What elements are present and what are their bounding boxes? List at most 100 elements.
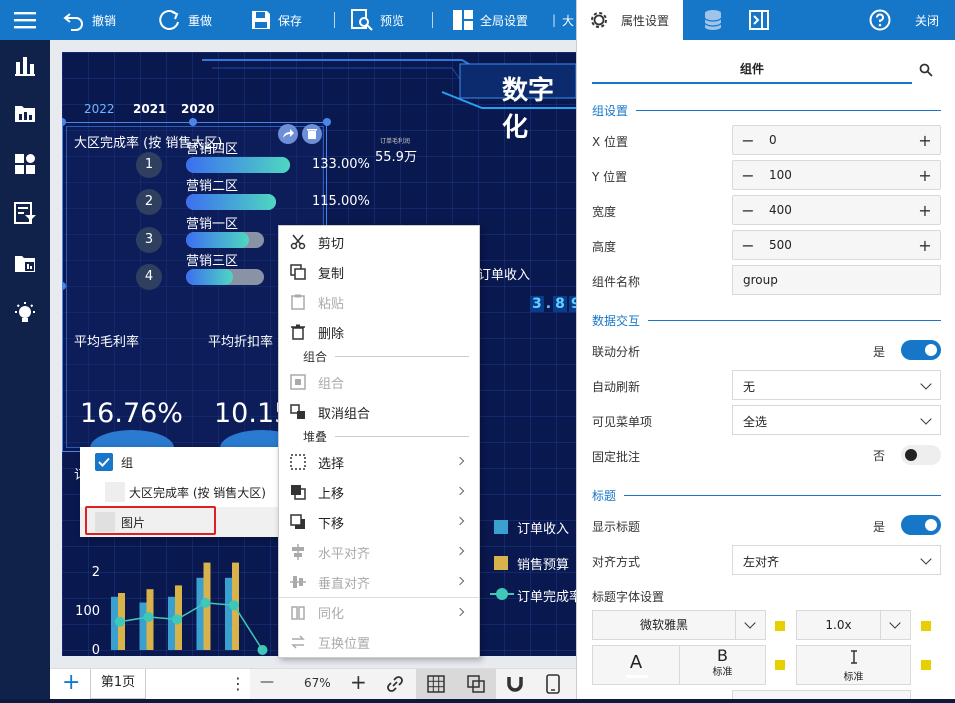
trash-icon[interactable] <box>302 124 322 144</box>
mobile-icon[interactable] <box>546 674 560 694</box>
menu-swap-position[interactable]: 互换位置 <box>279 627 479 657</box>
submenu-item-chart[interactable]: 大区完成率 (按 销售大区) <box>80 477 280 507</box>
height-value[interactable]: 500 <box>763 238 910 252</box>
color-swatch-yellow[interactable] <box>921 660 931 670</box>
plus-icon[interactable]: + <box>910 236 940 255</box>
year-tab-2022[interactable]: 2022 <box>84 102 115 116</box>
rank-category: 营销二区 <box>186 179 239 194</box>
align-select[interactable]: 左对齐 <box>732 545 941 575</box>
panel-toggle-icon[interactable] <box>749 10 769 30</box>
show-title-toggle[interactable] <box>901 515 941 535</box>
x-position-value[interactable]: 0 <box>763 133 910 147</box>
plus-icon[interactable]: + <box>910 166 940 185</box>
zoom-out-button[interactable]: — <box>260 674 274 690</box>
font-color-bar <box>626 675 648 678</box>
next-row-select[interactable] <box>732 690 911 699</box>
menu-select[interactable]: 选择 <box>279 447 479 477</box>
font-color-button[interactable]: A <box>593 646 680 684</box>
font-scale-select[interactable]: 1.0x <box>796 610 911 640</box>
color-swatch-yellow[interactable] <box>775 621 785 631</box>
year-tab-2021[interactable]: 2021 <box>133 102 166 116</box>
menu-h-align[interactable]: 水平对齐 <box>279 537 479 567</box>
page-more-button[interactable]: ⋮ <box>230 674 246 693</box>
menu-same-size[interactable]: 同化 <box>279 597 479 627</box>
rank-badge: 3 <box>136 227 162 253</box>
visible-menu-select[interactable]: 全选 <box>732 405 941 435</box>
font-family-dropdown[interactable] <box>735 611 765 639</box>
overlap-toggle[interactable] <box>456 669 496 699</box>
menu-copy[interactable]: 复制 <box>279 257 479 287</box>
resize-handle[interactable] <box>189 118 197 126</box>
menu-ungroup[interactable]: 取消组合 <box>279 397 479 427</box>
dataset-folder-icon[interactable] <box>13 252 37 276</box>
width-value[interactable]: 400 <box>763 203 910 217</box>
close-button[interactable]: 关闭 <box>915 12 939 29</box>
component-name-input[interactable]: group <box>732 265 941 295</box>
menu-button[interactable] <box>14 0 36 40</box>
width-stepper[interactable]: −400 + <box>732 195 941 225</box>
menu-move-down[interactable]: 下移 <box>279 507 479 537</box>
bold-button[interactable]: B 标准 <box>680 646 765 684</box>
menu-paste[interactable]: 粘贴 <box>279 287 479 317</box>
link-icon[interactable] <box>386 675 404 693</box>
search-icon[interactable] <box>919 63 933 77</box>
redo-button[interactable]: 重做 <box>156 0 212 40</box>
minus-icon[interactable]: − <box>733 201 763 220</box>
italic-button[interactable]: 标准 <box>796 645 911 685</box>
menu-cut[interactable]: 剪切 <box>279 227 479 257</box>
share-icon[interactable] <box>278 124 298 144</box>
plus-icon[interactable]: + <box>910 131 940 150</box>
chevron-right-icon <box>455 546 465 556</box>
components-grid-icon[interactable] <box>13 152 37 176</box>
y-position-value[interactable]: 100 <box>763 168 910 182</box>
rank-bar-fill <box>186 269 233 285</box>
screen-size-button[interactable]: | 大 <box>552 0 574 40</box>
chart-folder-icon[interactable] <box>13 102 37 126</box>
bold-sub-label: 标准 <box>712 667 733 678</box>
tab-properties[interactable]: 属性设置 <box>577 0 683 40</box>
font-scale-dropdown[interactable] <box>880 611 910 639</box>
menu-group[interactable]: 组合 <box>279 367 479 397</box>
add-page-button[interactable]: + <box>62 672 80 694</box>
zoom-in-button[interactable]: + <box>350 670 367 694</box>
save-button[interactable]: 保存 <box>250 0 302 40</box>
color-swatch-yellow[interactable] <box>775 660 785 670</box>
bottom-status-bar: + 第1页 ⋮ — 67% + <box>50 668 576 699</box>
page-tab-1[interactable]: 第1页 <box>90 669 146 699</box>
y-position-stepper[interactable]: −100 + <box>732 160 941 190</box>
help-icon[interactable] <box>869 9 891 31</box>
lightbulb-icon[interactable] <box>13 302 37 326</box>
filter-form-icon[interactable] <box>13 201 37 225</box>
preview-button[interactable]: 预览 <box>350 0 404 40</box>
fixed-annotation-toggle[interactable] <box>901 445 941 465</box>
minus-icon[interactable]: − <box>733 236 763 255</box>
plus-icon[interactable]: + <box>910 201 940 220</box>
year-tab-2020[interactable]: 2020 <box>181 102 214 116</box>
minus-icon[interactable]: − <box>733 166 763 185</box>
database-icon[interactable] <box>703 9 723 31</box>
redo-icon <box>159 9 179 30</box>
chart-thumbnail-icon <box>105 482 125 502</box>
align-label: 对齐方式 <box>592 555 641 569</box>
auto-refresh-select[interactable]: 无 <box>732 370 941 400</box>
magnet-icon[interactable] <box>506 675 524 693</box>
rank-badge: 1 <box>136 152 162 178</box>
global-settings-button[interactable]: 全局设置 <box>452 0 528 40</box>
tab-component[interactable]: 组件 <box>592 52 912 84</box>
linkage-toggle[interactable] <box>901 340 941 360</box>
grid-toggle[interactable] <box>416 669 456 699</box>
auto-refresh-value: 无 <box>743 380 756 394</box>
menu-delete[interactable]: 删除 <box>279 317 479 347</box>
toggle-knob <box>925 519 937 531</box>
x-position-stepper[interactable]: −0 + <box>732 125 941 155</box>
minus-icon[interactable]: − <box>733 131 763 150</box>
undo-button[interactable]: 撤销 <box>62 0 116 40</box>
color-swatch-yellow[interactable] <box>921 621 931 631</box>
menu-move-up[interactable]: 上移 <box>279 477 479 507</box>
bar-chart-icon[interactable] <box>13 54 37 78</box>
resize-handle[interactable] <box>323 118 331 126</box>
submenu-item-group[interactable]: 组 <box>80 447 280 477</box>
font-family-select[interactable]: 微软雅黑 <box>592 610 766 640</box>
height-stepper[interactable]: −500 + <box>732 230 941 260</box>
menu-v-align[interactable]: 垂直对齐 <box>279 567 479 597</box>
